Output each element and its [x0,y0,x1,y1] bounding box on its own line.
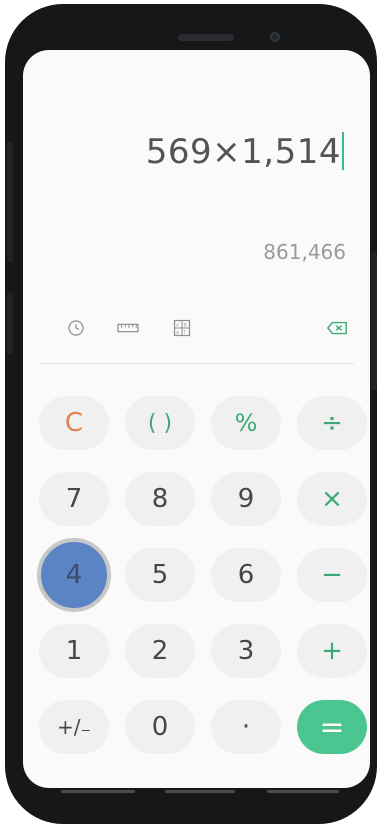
five-button[interactable]: 5 [125,548,195,602]
nav-bar-right [267,790,339,793]
divide-button[interactable]: ÷ [297,396,367,450]
four-button[interactable]: 4 [37,538,111,612]
nav-bar-left [61,790,135,793]
plus-minus-button[interactable]: +/₋ [39,700,109,754]
backspace-icon[interactable] [326,318,348,338]
minus-button[interactable]: − [297,548,367,602]
decimal-button[interactable]: · [211,700,281,754]
front-camera [270,32,280,42]
six-button[interactable]: 6 [211,548,281,602]
text-cursor [342,132,344,170]
plus-button[interactable]: + [297,624,367,678]
history-clock-icon[interactable] [65,318,87,338]
clear-button[interactable]: C [39,396,109,450]
power-button [371,252,377,390]
two-button[interactable]: 2 [125,624,195,678]
expression-text: 569×1,514 [145,132,341,172]
volume-button [7,142,13,262]
scientific-mode-icon[interactable]: √ π x! [171,318,193,338]
equals-button[interactable]: = [297,700,367,754]
one-button[interactable]: 1 [39,624,109,678]
toolbar-divider [39,363,354,364]
ruler-icon[interactable] [117,318,139,338]
eight-button[interactable]: 8 [125,472,195,526]
nine-button[interactable]: 9 [211,472,281,526]
calculator-screen: 569×1,514 861,466 √ π x! C ( ) % ÷ 7 8 9… [23,50,370,788]
seven-button[interactable]: 7 [39,472,109,526]
calculator-toolbar: √ π x! [23,308,370,348]
parentheses-button[interactable]: ( ) [125,396,195,450]
earpiece-speaker [178,34,234,41]
svg-text:x: x [176,330,179,336]
result-preview: 861,466 [263,240,346,264]
zero-button[interactable]: 0 [125,700,195,754]
phone-frame: 569×1,514 861,466 √ π x! C ( ) % ÷ 7 8 9… [5,4,377,824]
svg-text:!: ! [184,330,186,336]
percent-button[interactable]: % [211,396,281,450]
bixby-button [7,292,13,354]
multiply-button[interactable]: × [297,472,367,526]
svg-text:π: π [184,323,187,329]
expression-display[interactable]: 569×1,514 [146,132,344,172]
three-button[interactable]: 3 [211,624,281,678]
nav-bar-home [165,790,235,793]
